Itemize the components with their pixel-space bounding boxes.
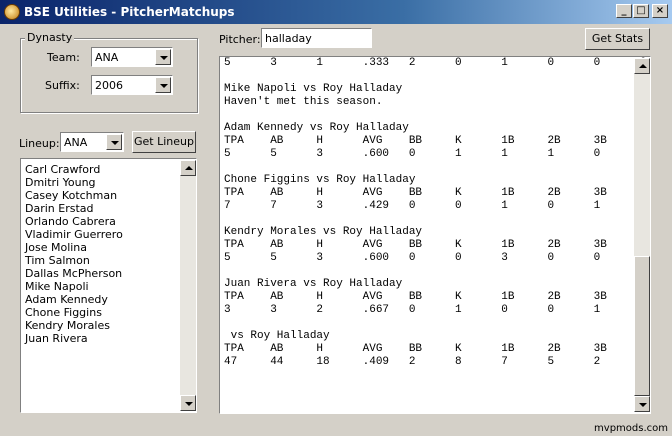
pitcher-input[interactable]: halladay bbox=[261, 28, 372, 48]
stats-output[interactable]: 5 3 1 .333 2 0 1 0 0 0 Mike Napoli vs Ro… bbox=[219, 56, 651, 414]
list-item[interactable]: Juan Rivera bbox=[25, 332, 88, 345]
scroll-up-button[interactable] bbox=[634, 58, 650, 74]
window-title: BSE Utilities - PitcherMatchups bbox=[24, 5, 235, 19]
scroll-down-button[interactable] bbox=[180, 395, 196, 411]
suffix-dropdown-button[interactable] bbox=[155, 77, 171, 93]
lineup-list[interactable]: Carl Crawford Dmitri Young Casey Kotchman D… bbox=[20, 158, 197, 413]
suffix-select[interactable]: 2006 bbox=[91, 75, 173, 95]
close-button[interactable]: × bbox=[652, 4, 668, 18]
list-item[interactable]: Casey Kotchman bbox=[25, 189, 117, 202]
team-label: Team: bbox=[47, 51, 80, 64]
scroll-down-icon bbox=[185, 402, 193, 406]
team-select[interactable]: ANA bbox=[91, 47, 173, 67]
lineup-select[interactable]: ANA bbox=[60, 132, 124, 152]
suffix-label: Suffix: bbox=[45, 79, 80, 92]
lineup-dropdown-button[interactable] bbox=[106, 134, 122, 150]
list-item[interactable]: Darin Erstad bbox=[25, 202, 94, 215]
get-lineup-button[interactable]: Get Lineup bbox=[132, 131, 196, 153]
scroll-up-button[interactable] bbox=[180, 160, 196, 176]
list-item[interactable]: Chone Figgins bbox=[25, 306, 102, 319]
list-item[interactable]: Carl Crawford bbox=[25, 163, 100, 176]
output-scrollbar[interactable] bbox=[634, 58, 650, 412]
team-dropdown-button[interactable] bbox=[155, 49, 171, 65]
chevron-down-icon bbox=[111, 141, 119, 145]
close-icon: × bbox=[655, 5, 665, 16]
get-stats-button[interactable]: Get Stats bbox=[585, 28, 650, 50]
list-item[interactable]: Orlando Cabrera bbox=[25, 215, 116, 228]
dynasty-group-label: Dynasty bbox=[25, 31, 75, 44]
list-item[interactable]: Jose Molina bbox=[25, 241, 87, 254]
lineup-select-value: ANA bbox=[64, 136, 88, 149]
list-item[interactable]: Mike Napoli bbox=[25, 280, 89, 293]
lineup-scrollbar[interactable] bbox=[180, 160, 196, 411]
scroll-down-button[interactable] bbox=[634, 396, 650, 412]
watermark-text: mvpmods.com bbox=[594, 423, 668, 434]
scroll-thumb[interactable] bbox=[634, 256, 650, 396]
list-item[interactable]: Dallas McPherson bbox=[25, 267, 122, 280]
scroll-up-icon bbox=[639, 64, 647, 68]
maximize-icon: □ bbox=[636, 5, 646, 16]
maximize-button[interactable]: □ bbox=[633, 4, 649, 18]
list-item[interactable]: Adam Kennedy bbox=[25, 293, 108, 306]
list-item[interactable]: Dmitri Young bbox=[25, 176, 96, 189]
scroll-down-icon bbox=[639, 403, 647, 407]
app-icon bbox=[4, 4, 20, 20]
list-item[interactable]: Kendry Morales bbox=[25, 319, 110, 332]
scroll-up-icon bbox=[185, 166, 193, 170]
pitcher-label: Pitcher: bbox=[219, 33, 261, 46]
team-select-value: ANA bbox=[95, 51, 119, 64]
lineup-label: Lineup: bbox=[19, 137, 60, 150]
title-bar: BSE Utilities - PitcherMatchups _ □ × bbox=[0, 0, 672, 24]
chevron-down-icon bbox=[160, 56, 168, 60]
suffix-select-value: 2006 bbox=[95, 79, 123, 92]
minimize-icon: _ bbox=[621, 5, 627, 16]
chevron-down-icon bbox=[160, 84, 168, 88]
list-item[interactable]: Tim Salmon bbox=[25, 254, 90, 267]
minimize-button[interactable]: _ bbox=[616, 4, 632, 18]
pitcher-input-value: halladay bbox=[265, 32, 312, 45]
list-item[interactable]: Vladimir Guerrero bbox=[25, 228, 123, 241]
stats-output-text: 5 3 1 .333 2 0 1 0 0 0 Mike Napoli vs Ro… bbox=[224, 57, 650, 368]
